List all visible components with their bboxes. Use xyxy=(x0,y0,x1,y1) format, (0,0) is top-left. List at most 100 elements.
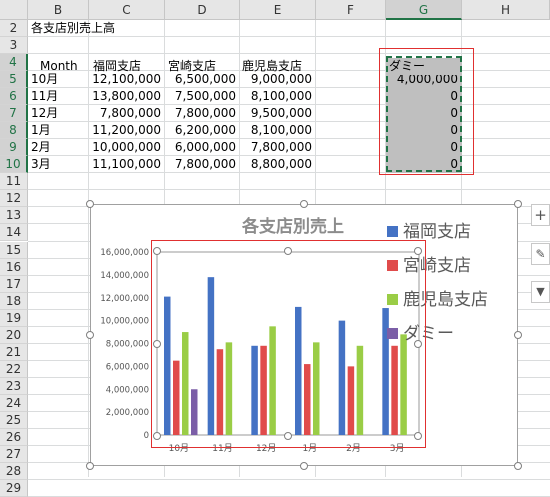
row-header-17[interactable]: 17 xyxy=(0,275,28,293)
cell-fukuoka[interactable]: 12,100,000 xyxy=(89,71,165,88)
chart-filters-button[interactable]: ▼ xyxy=(531,281,550,303)
row-header-24[interactable]: 24 xyxy=(0,394,28,412)
plot-resize-handle[interactable] xyxy=(284,247,292,255)
plus-icon: + xyxy=(534,206,547,224)
cell-miyazaki[interactable]: 7,800,000 xyxy=(165,105,240,122)
cell-miyazaki[interactable]: 6,000,000 xyxy=(165,139,240,156)
y-tick-label: 0 xyxy=(144,431,149,441)
cell-month[interactable]: 1月 xyxy=(31,122,89,139)
row-header-11[interactable]: 11 xyxy=(0,173,28,191)
gridline xyxy=(28,189,550,191)
y-tick-label: 6,000,000 xyxy=(106,362,149,372)
cell-month[interactable]: 11月 xyxy=(31,88,89,105)
highlight-box-plot-area xyxy=(151,240,426,448)
row-header-21[interactable]: 21 xyxy=(0,343,28,361)
column-header-G[interactable]: G xyxy=(386,0,462,20)
row-header-29[interactable]: 29 xyxy=(0,480,28,497)
filter-icon: ▼ xyxy=(536,285,545,298)
row-header-15[interactable]: 15 xyxy=(0,241,28,259)
legend-swatch-0 xyxy=(387,226,398,237)
row-header-14[interactable]: 14 xyxy=(0,224,28,242)
row-header-20[interactable]: 20 xyxy=(0,326,28,344)
row-header-6[interactable]: 6 xyxy=(0,88,28,106)
y-tick-label: 16,000,000 xyxy=(100,248,149,258)
row-header-12[interactable]: 12 xyxy=(0,190,28,208)
chart-styles-button[interactable]: ✎ xyxy=(531,243,550,265)
plot-resize-handle[interactable] xyxy=(414,340,422,348)
row-header-10[interactable]: 10 xyxy=(0,156,28,174)
cell-month[interactable]: 3月 xyxy=(31,156,89,173)
cell-miyazaki[interactable]: 7,800,000 xyxy=(165,156,240,173)
y-tick-label: 2,000,000 xyxy=(106,408,149,418)
chart-resize-handle[interactable] xyxy=(514,462,522,470)
row-header-2[interactable]: 2 xyxy=(0,20,28,37)
row-header-16[interactable]: 16 xyxy=(0,258,28,276)
gridline xyxy=(28,479,550,481)
chart-elements-button[interactable]: + xyxy=(531,204,550,226)
column-header-C[interactable]: C xyxy=(89,0,165,20)
chart-resize-handle[interactable] xyxy=(86,331,94,339)
chart-resize-handle[interactable] xyxy=(514,200,522,208)
cell-miyazaki[interactable]: 6,200,000 xyxy=(165,122,240,139)
cell-kagoshima[interactable]: 8,100,000 xyxy=(240,122,316,139)
row-header-13[interactable]: 13 xyxy=(0,207,28,225)
select-all-corner[interactable] xyxy=(0,0,28,20)
row-header-22[interactable]: 22 xyxy=(0,360,28,378)
highlight-box-dummy xyxy=(379,48,474,175)
cell-month[interactable]: 2月 xyxy=(31,139,89,156)
cell-miyazaki[interactable]: 6,500,000 xyxy=(165,71,240,88)
cell-fukuoka[interactable]: 7,800,000 xyxy=(89,105,165,122)
cell-fukuoka[interactable]: 11,100,000 xyxy=(89,156,165,173)
row-header-27[interactable]: 27 xyxy=(0,446,28,463)
y-tick-label: 12,000,000 xyxy=(100,294,149,304)
legend-label-0: 福岡支店 xyxy=(403,222,471,242)
cell-kagoshima[interactable]: 9,500,000 xyxy=(240,105,316,122)
y-tick-label: 4,000,000 xyxy=(106,385,149,395)
y-tick-label: 14,000,000 xyxy=(100,271,149,281)
cell-month[interactable]: 10月 xyxy=(31,71,89,88)
row-header-26[interactable]: 26 xyxy=(0,428,28,446)
row-header-25[interactable]: 25 xyxy=(0,411,28,429)
chart-resize-handle[interactable] xyxy=(300,200,308,208)
chart-resize-handle[interactable] xyxy=(514,331,522,339)
row-header-28[interactable]: 28 xyxy=(0,463,28,481)
cell-fukuoka[interactable]: 13,800,000 xyxy=(89,88,165,105)
cell-kagoshima[interactable]: 8,100,000 xyxy=(240,88,316,105)
chart-resize-handle[interactable] xyxy=(86,200,94,208)
column-header-H[interactable]: H xyxy=(462,0,550,20)
row-header-8[interactable]: 8 xyxy=(0,122,28,140)
y-tick-label: 8,000,000 xyxy=(106,340,149,350)
brush-icon: ✎ xyxy=(535,247,546,261)
row-header-19[interactable]: 19 xyxy=(0,309,28,327)
plot-resize-handle[interactable] xyxy=(414,247,422,255)
row-header-23[interactable]: 23 xyxy=(0,377,28,395)
y-tick-label: 10,000,000 xyxy=(100,317,149,327)
row-header-4[interactable]: 4 xyxy=(0,54,28,72)
cell-fukuoka[interactable]: 11,200,000 xyxy=(89,122,165,139)
row-header-3[interactable]: 3 xyxy=(0,37,28,55)
row-header-7[interactable]: 7 xyxy=(0,105,28,123)
row-header-5[interactable]: 5 xyxy=(0,71,28,89)
column-header-F[interactable]: F xyxy=(316,0,386,20)
row-header-18[interactable]: 18 xyxy=(0,292,28,310)
plot-resize-handle[interactable] xyxy=(284,432,292,440)
cell-fukuoka[interactable]: 10,000,000 xyxy=(89,139,165,156)
cell-month[interactable]: 12月 xyxy=(31,105,89,122)
plot-resize-handle[interactable] xyxy=(153,432,161,440)
sheet-title[interactable]: 各支店別売上高 xyxy=(31,20,115,37)
plot-resize-handle[interactable] xyxy=(414,432,422,440)
cell-kagoshima[interactable]: 8,800,000 xyxy=(240,156,316,173)
chart-title: 各支店別売上 xyxy=(241,216,344,237)
cell-miyazaki[interactable]: 7,500,000 xyxy=(165,88,240,105)
chart-resize-handle[interactable] xyxy=(300,462,308,470)
cell-kagoshima[interactable]: 7,800,000 xyxy=(240,139,316,156)
spreadsheet-grid[interactable]: BCDEFGH 2 3 4 5 6 7 8 9 10 11 12 13 14 15 16 17 18 19 20 21… xyxy=(0,0,550,497)
column-header-E[interactable]: E xyxy=(240,0,316,20)
chart-resize-handle[interactable] xyxy=(86,462,94,470)
cell-kagoshima[interactable]: 9,000,000 xyxy=(240,71,316,88)
row-header-9[interactable]: 9 xyxy=(0,139,28,157)
plot-resize-handle[interactable] xyxy=(153,340,161,348)
column-header-B[interactable]: B xyxy=(28,0,89,20)
plot-resize-handle[interactable] xyxy=(153,247,161,255)
column-header-D[interactable]: D xyxy=(165,0,240,20)
